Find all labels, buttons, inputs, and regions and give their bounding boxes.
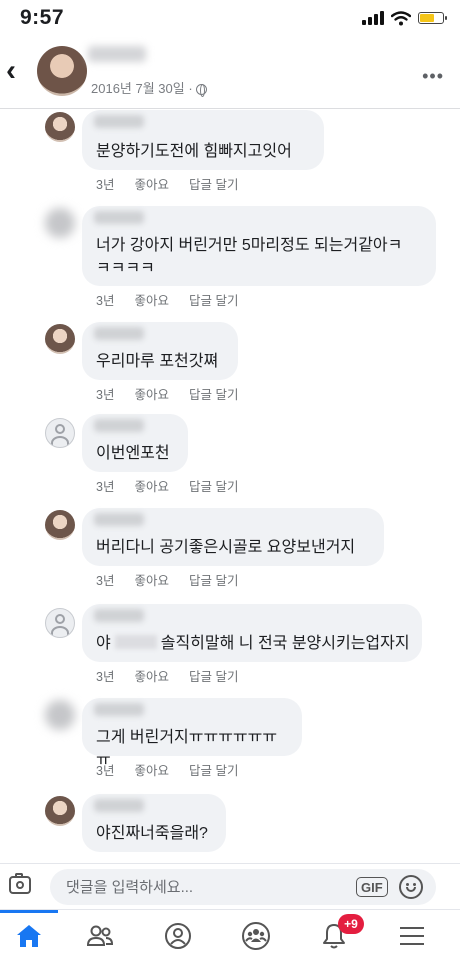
status-icons <box>362 10 447 26</box>
comment-actions: 3년 좋아요 답글 달기 <box>96 666 238 685</box>
like-button[interactable]: 좋아요 <box>134 476 169 495</box>
comment-text: 야 솔직히말해 니 전국 분양시키는업자지 <box>96 632 410 655</box>
commenter-avatar[interactable] <box>45 208 75 238</box>
author-avatar[interactable] <box>37 46 87 96</box>
comment-text-line: 너가 강아지 버린거만 5마리정도 되는거같아ㅋ <box>96 237 403 254</box>
gif-button[interactable]: GIF <box>356 877 388 897</box>
reply-button[interactable]: 답글 달기 <box>189 174 238 193</box>
battery-icon <box>418 12 447 24</box>
home-icon <box>17 924 41 947</box>
reply-button[interactable]: 답글 달기 <box>189 760 238 779</box>
comment-actions: 3년 좋아요 답글 달기 <box>96 290 238 309</box>
comment-time: 3년 <box>96 388 115 402</box>
reply-button[interactable]: 답글 달기 <box>189 570 238 589</box>
comment-time: 3년 <box>96 178 115 192</box>
comment-text-body: 솔직히말해 니 전국 분양시키는업자지 <box>160 635 410 652</box>
comment-text: 버리다니 공기좋은시골로 요양보낸거지 <box>96 539 356 556</box>
comment-text: 이번엔포천 <box>96 445 170 462</box>
profile-icon <box>165 922 191 949</box>
comment-time: 3년 <box>96 764 115 778</box>
comment-actions: 3년 좋아요 답글 달기 <box>96 476 238 495</box>
commenter-avatar[interactable] <box>45 796 75 826</box>
wifi-icon <box>391 10 411 25</box>
commenter-name-redacted <box>94 609 144 622</box>
commenter-name-redacted <box>94 327 144 340</box>
commenter-name-redacted <box>94 799 144 812</box>
smiley-icon[interactable] <box>399 875 423 899</box>
like-button[interactable]: 좋아요 <box>134 290 169 309</box>
comment-time: 3년 <box>96 480 115 494</box>
globe-icon <box>195 84 207 97</box>
author-name-redacted[interactable] <box>88 46 146 62</box>
comment-text: 우리마루 포천갓쪄 <box>96 353 219 370</box>
comment-actions: 3년 좋아요 답글 달기 <box>96 570 238 589</box>
camera-icon[interactable] <box>9 873 31 894</box>
comment-prefix: 야 <box>96 635 111 652</box>
post-date-text: 2016년 7월 30일 · <box>91 81 193 96</box>
comment-bubble[interactable]: 야 솔직히말해 니 전국 분양시키는업자지 <box>82 604 422 662</box>
commenter-name-redacted <box>94 703 144 716</box>
commenter-avatar[interactable] <box>45 700 75 730</box>
bottom-tab-bar: +9 <box>0 909 460 961</box>
commenter-avatar[interactable] <box>45 418 75 448</box>
commenter-name-redacted <box>94 513 144 526</box>
like-button[interactable]: 좋아요 <box>134 760 169 779</box>
reply-button[interactable]: 답글 달기 <box>189 384 238 403</box>
status-time: 9:57 <box>20 6 65 29</box>
comment-bubble[interactable]: 너가 강아지 버린거만 5마리정도 되는거같아ㅋ ㅋㅋㅋㅋ <box>82 206 436 286</box>
status-bar: 9:57 <box>0 0 460 34</box>
comment-bubble[interactable]: 그게 버린거지ㅠㅠㅠㅠㅠㅠㅠ <box>82 698 302 769</box>
like-button[interactable]: 좋아요 <box>134 570 169 589</box>
tab-menu[interactable] <box>366 910 458 961</box>
post-header: ‹ 2016년 7월 30일 · ••• <box>0 36 460 109</box>
commenter-avatar[interactable] <box>45 510 75 540</box>
comment-text: 야진짜너죽을래? <box>96 825 208 842</box>
comment-composer: GIF <box>0 863 460 910</box>
commenter-avatar[interactable] <box>45 112 75 142</box>
reply-button[interactable]: 답글 달기 <box>189 476 238 495</box>
comment-actions: 3년 좋아요 답글 달기 <box>96 760 238 779</box>
friends-icon <box>86 925 114 946</box>
post-date: 2016년 7월 30일 · <box>91 78 207 97</box>
signal-icon <box>362 11 384 25</box>
mention-redacted <box>114 635 157 649</box>
comment-text-line: ㅋㅋㅋㅋ <box>96 260 155 277</box>
menu-icon <box>400 926 424 945</box>
groups-icon <box>242 921 270 950</box>
commenter-avatar[interactable] <box>45 608 75 638</box>
comment-time: 3년 <box>96 670 115 684</box>
like-button[interactable]: 좋아요 <box>134 384 169 403</box>
notification-badge: +9 <box>338 914 364 934</box>
commenter-name-redacted <box>94 115 144 128</box>
more-options-icon[interactable]: ••• <box>422 66 444 87</box>
comment-bubble[interactable]: 이번엔포천 <box>82 414 188 472</box>
comment-text: 분양하기도전에 힘빠지고잇어 <box>96 143 292 160</box>
comment-time: 3년 <box>96 294 115 308</box>
back-chevron-icon[interactable]: ‹ <box>6 56 16 86</box>
comment-bubble[interactable]: 야진짜너죽을래? <box>82 794 226 852</box>
reply-button[interactable]: 답글 달기 <box>189 666 238 685</box>
reply-button[interactable]: 답글 달기 <box>189 290 238 309</box>
comment-text: 너가 강아지 버린거만 5마리정도 되는거같아ㅋ ㅋㅋㅋㅋ <box>96 234 424 280</box>
comment-bubble[interactable]: 분양하기도전에 힘빠지고잇어 <box>82 110 324 170</box>
comment-bubble[interactable]: 버리다니 공기좋은시골로 요양보낸거지 <box>82 508 384 566</box>
comment-time: 3년 <box>96 574 115 588</box>
comment-bubble[interactable]: 우리마루 포천갓쪄 <box>82 322 238 380</box>
comment-actions: 3년 좋아요 답글 달기 <box>96 384 238 403</box>
comment-list: 분양하기도전에 힘빠지고잇어 3년 좋아요 답글 달기 너가 강아지 버린거만 … <box>0 108 460 863</box>
commenter-avatar[interactable] <box>45 324 75 354</box>
commenter-name-redacted <box>94 419 144 432</box>
comment-actions: 3년 좋아요 답글 달기 <box>96 174 238 193</box>
commenter-name-redacted <box>94 211 144 224</box>
like-button[interactable]: 좋아요 <box>134 666 169 685</box>
like-button[interactable]: 좋아요 <box>134 174 169 193</box>
